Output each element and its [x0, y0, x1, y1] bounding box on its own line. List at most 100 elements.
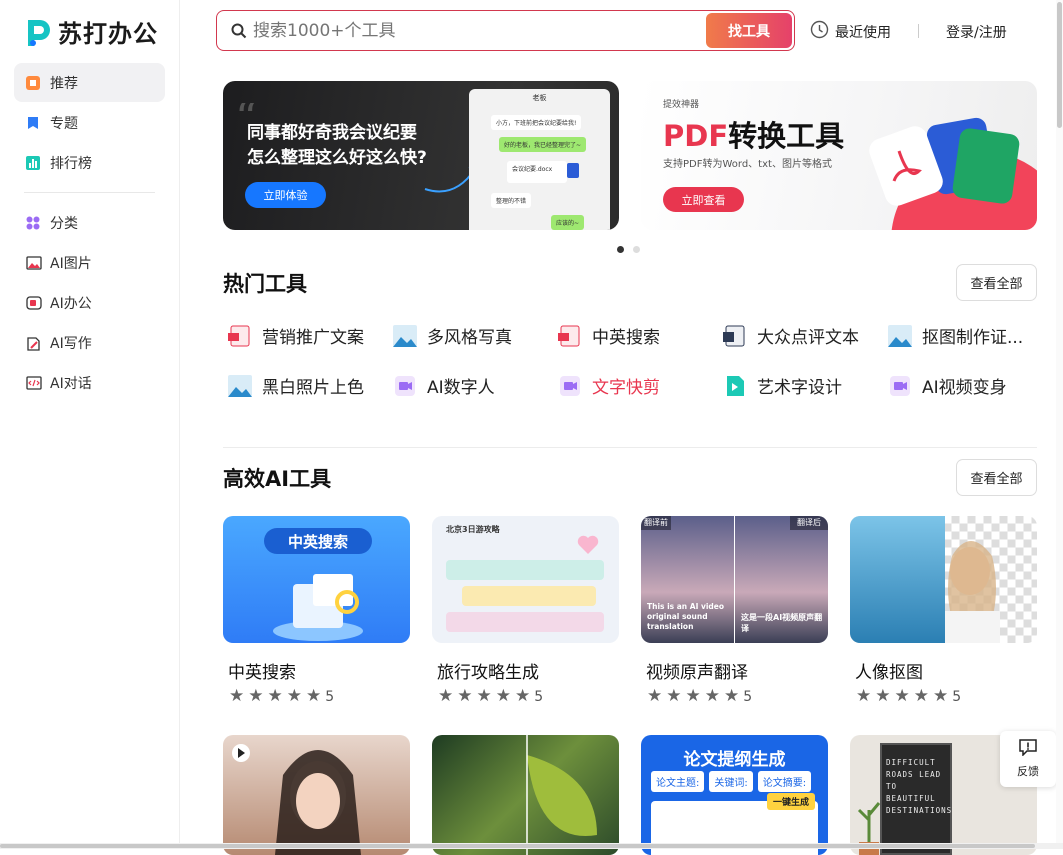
- sidebar-item-label: 专题: [50, 115, 78, 132]
- tool-card[interactable]: 中英搜索 中英搜索 ★ ★ ★ ★ ★ 5: [223, 516, 410, 705]
- tool-item[interactable]: 黑白照片上色: [228, 373, 364, 398]
- vertical-scrollbar[interactable]: [1056, 0, 1063, 843]
- tool-item[interactable]: 抠图制作证...: [888, 323, 1023, 348]
- brand-logo[interactable]: 苏打办公: [24, 14, 158, 49]
- chat-title: 老板: [532, 94, 547, 102]
- sidebar-item-recommend[interactable]: 推荐: [14, 63, 165, 102]
- sidebar-item-label: AI对话: [50, 375, 92, 392]
- ai-tools-view-all-button[interactable]: 查看全部: [956, 459, 1037, 496]
- recent-label: 最近使用: [835, 24, 891, 41]
- banner-view-button[interactable]: 立即查看: [663, 187, 744, 212]
- chat-file: 会议纪要.docx: [507, 161, 567, 183]
- tool-item[interactable]: 中英搜索: [558, 323, 660, 348]
- ranking-icon: [26, 155, 40, 170]
- search-input[interactable]: [253, 20, 693, 41]
- login-button[interactable]: 登录/注册: [946, 22, 1007, 42]
- card-thumbnail: 北京3日游攻略: [432, 516, 619, 643]
- sidebar-item-label: AI办公: [50, 295, 92, 312]
- banner-title: PDF转换工具: [663, 113, 844, 155]
- thumb-chinese-text: 这是一段AI视频原声翻译: [741, 613, 823, 633]
- sidebar-item-label: AI图片: [50, 255, 92, 272]
- search-button[interactable]: 找工具: [706, 13, 792, 48]
- carousel-dot[interactable]: [633, 246, 640, 253]
- sidebar-item-label: 推荐: [50, 75, 78, 92]
- card-thumbnail: 中英搜索: [223, 516, 410, 643]
- sidebar-item-ai-chat[interactable]: AI对话: [14, 363, 165, 402]
- tool-card[interactable]: 翻译前 翻译后 This is an AI video original sou…: [641, 516, 828, 705]
- chat-mockup: 老板 小方，下班前把会议纪要给我! 好的老板，我已经整理完了~ 会议纪要.doc…: [469, 89, 610, 230]
- thumb-label: 北京3日游攻略: [446, 525, 500, 534]
- tool-item[interactable]: 大众点评文本: [723, 323, 859, 348]
- tool-card-thumbnail[interactable]: 论文提纲生成 论文主题: 关键词: 论文摘要: 一键生成: [641, 735, 828, 855]
- sidebar-nav: 推荐 专题 排行榜 分类 AI图片 AI办公 AI写作 AI对话: [14, 63, 165, 403]
- after-label: 翻译后: [790, 516, 828, 530]
- text-doc-icon: [723, 325, 747, 347]
- star-icon: ★: [476, 686, 492, 706]
- tool-label: 多风格写真: [427, 328, 512, 348]
- card-title: 旅行攻略生成: [437, 663, 539, 683]
- star-icon: ★: [438, 686, 454, 706]
- tool-card[interactable]: 北京3日游攻略 旅行攻略生成 ★ ★ ★ ★ ★ 5: [432, 516, 619, 705]
- carousel-dots: [617, 246, 640, 253]
- carousel-dot[interactable]: [617, 246, 624, 253]
- image-icon: [26, 255, 42, 270]
- sidebar-item-ai-writing[interactable]: AI写作: [14, 323, 165, 362]
- horizontal-scrollbar[interactable]: [0, 843, 1063, 849]
- hot-tools-title: 热门工具: [223, 272, 307, 296]
- banner-title-rest: 转换工具: [728, 119, 845, 153]
- feedback-icon: [1019, 739, 1037, 759]
- tool-label: 大众点评文本: [757, 328, 859, 348]
- card-rating: ★ ★ ★ ★ ★ 5: [647, 688, 828, 705]
- scrollbar-thumb[interactable]: [0, 844, 1035, 848]
- bookmark-icon: [26, 116, 40, 130]
- word-icon: [567, 163, 579, 178]
- search-icon: [231, 23, 247, 39]
- category-icon: [26, 216, 40, 230]
- tool-label: 文字快剪: [592, 378, 660, 398]
- tool-item[interactable]: AI数字人: [393, 373, 495, 398]
- star-icon: ★: [724, 686, 740, 706]
- recent-used-button[interactable]: 最近使用: [810, 20, 891, 43]
- tool-card[interactable]: 人像抠图 ★ ★ ★ ★ ★ 5: [850, 516, 1037, 705]
- tool-card-thumbnail[interactable]: [223, 735, 410, 855]
- chat-icon: [26, 375, 42, 390]
- banner-pdf-converter[interactable]: 提效神器 PDF转换工具 支持PDF转为Word、txt、图片等格式 立即查看: [641, 81, 1037, 230]
- chat-bubble: 好的老板，我已经整理完了~: [499, 137, 587, 152]
- sidebar-item-topics[interactable]: 专题: [14, 103, 165, 142]
- star-icon: ★: [457, 686, 473, 706]
- star-icon: ★: [875, 686, 891, 706]
- card-thumbnail: [850, 516, 1037, 643]
- sidebar-item-ai-office[interactable]: AI办公: [14, 283, 165, 322]
- tool-item[interactable]: 艺术字设计: [723, 373, 842, 398]
- tool-item[interactable]: 文字快剪: [558, 373, 660, 398]
- tool-card-thumbnail[interactable]: [432, 735, 619, 855]
- hot-tools-view-all-button[interactable]: 查看全部: [956, 264, 1037, 301]
- photo-icon: [888, 324, 912, 347]
- sidebar-item-ai-image[interactable]: AI图片: [14, 243, 165, 282]
- card-title: 视频原声翻译: [646, 663, 748, 683]
- tool-item[interactable]: 营销推广文案: [228, 323, 364, 348]
- thumb-label: 论文提纲生成: [683, 750, 786, 770]
- star-icon: ★: [495, 686, 511, 706]
- tool-item[interactable]: AI视频变身: [888, 373, 1007, 398]
- video-icon: [888, 375, 912, 397]
- feedback-button[interactable]: 反馈: [1000, 731, 1056, 787]
- tool-item[interactable]: 多风格写真: [393, 323, 512, 348]
- banner-meeting-notes[interactable]: “ 同事都好奇我会议纪要 怎么整理这么好这么快? 立即体验 老板 小方，下班前把…: [223, 81, 619, 230]
- star-icon: ★: [933, 686, 949, 706]
- sidebar-item-category[interactable]: 分类: [14, 203, 165, 242]
- sidebar-item-ranking[interactable]: 排行榜: [14, 143, 165, 182]
- banner-try-button[interactable]: 立即体验: [245, 182, 326, 208]
- thumb-field: 论文摘要:: [757, 771, 812, 792]
- star-icon: ★: [894, 686, 910, 706]
- writing-icon: [26, 336, 40, 351]
- scrollbar-thumb[interactable]: [1057, 2, 1062, 128]
- pdf-doc-icon: [558, 325, 582, 347]
- office-icon: [26, 295, 42, 310]
- recommend-icon: [26, 75, 40, 90]
- star-icon: ★: [248, 686, 264, 706]
- video-icon: [393, 375, 417, 397]
- pdf-doc-icon: [228, 325, 252, 347]
- ai-tools-title: 高效AI工具: [223, 467, 332, 491]
- banner-title-line1: 同事都好奇我会议纪要: [247, 123, 417, 143]
